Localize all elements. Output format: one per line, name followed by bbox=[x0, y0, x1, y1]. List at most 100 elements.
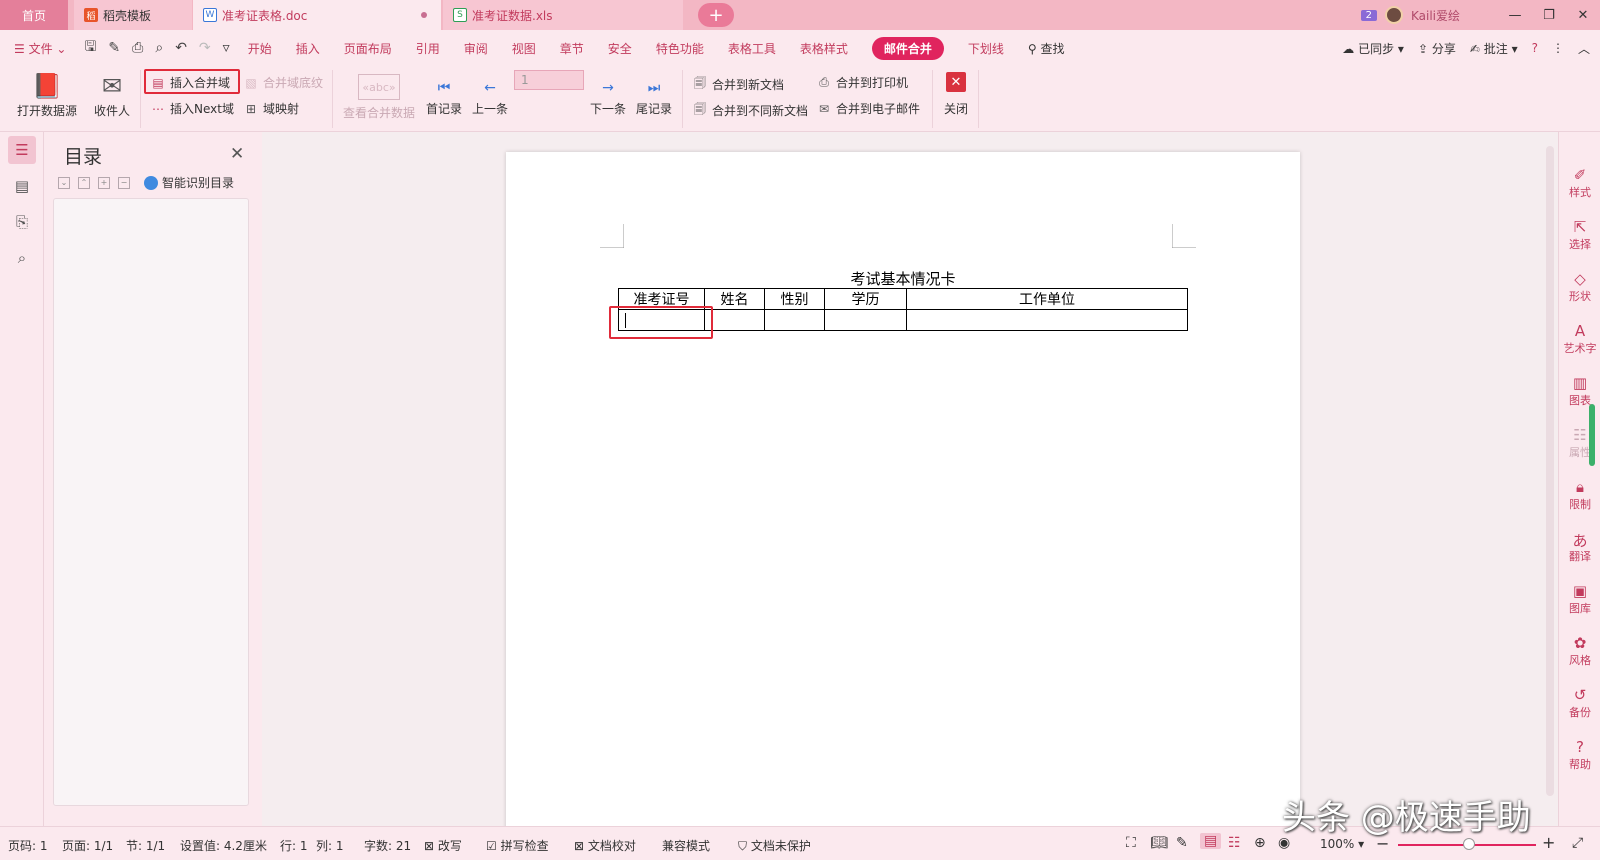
view-merge-data-button[interactable]: «abc» 查看合并数据 bbox=[340, 74, 418, 121]
rightbar-gallery[interactable]: ▣ 图库 bbox=[1559, 582, 1600, 616]
menu-mail-merge[interactable]: 邮件合并 bbox=[871, 36, 944, 60]
insert-next-field-button[interactable]: ⋯ 插入Next域 bbox=[150, 100, 234, 117]
tab-template[interactable]: 稻 稻壳模板 bbox=[74, 0, 192, 30]
recipients-button[interactable]: ✉ 收件人 bbox=[90, 70, 134, 119]
prev-record-button[interactable]: ← 上一条 bbox=[470, 76, 510, 117]
zoom-level[interactable]: 100% ▾ bbox=[1320, 837, 1364, 851]
rightbar-style[interactable]: ✐ 样式 bbox=[1559, 166, 1600, 200]
status-words[interactable]: 字数: 21 bbox=[364, 837, 411, 854]
status-proof[interactable]: ⊠ 文档校对 bbox=[574, 837, 636, 854]
table-cell[interactable] bbox=[764, 309, 825, 331]
collapse-up-icon[interactable]: ⌃ bbox=[78, 176, 90, 189]
table-cell[interactable] bbox=[704, 309, 765, 331]
page-view-icon[interactable]: ▤ bbox=[8, 172, 36, 200]
sync-button[interactable]: ☁ 已同步 ▾ bbox=[1342, 40, 1404, 57]
toc-list-icon[interactable]: ☰ bbox=[8, 136, 36, 164]
rightbar-restrict[interactable]: 🔒︎ 限制 bbox=[1559, 478, 1600, 512]
save-icon[interactable]: 🖫 bbox=[84, 36, 96, 60]
merge-diff-doc-button[interactable]: 🗐 合并到不同新文档 bbox=[692, 100, 808, 121]
menu-review[interactable]: 审阅 bbox=[464, 40, 488, 57]
table-cell[interactable] bbox=[824, 309, 907, 331]
restore-icon[interactable]: ❐ bbox=[1532, 8, 1566, 23]
plus-icon[interactable]: + bbox=[98, 176, 110, 189]
page-view-mode-icon[interactable]: ▤ bbox=[1200, 833, 1222, 849]
avatar[interactable] bbox=[1384, 6, 1403, 24]
menu-chapter[interactable]: 章节 bbox=[560, 40, 584, 57]
first-record-button[interactable]: ⏮ 首记录 bbox=[424, 76, 464, 117]
read-mode-icon[interactable]: 📖︎ bbox=[1150, 835, 1168, 851]
header-cell[interactable]: 学历 bbox=[824, 288, 907, 310]
rightbar-wordart[interactable]: A 艺术字 bbox=[1559, 322, 1600, 356]
rightbar-backup[interactable]: ↺ 备份 bbox=[1559, 686, 1600, 720]
search-button[interactable]: ⚲ 查找 bbox=[1028, 40, 1065, 57]
last-record-button[interactable]: ⏭ 尾记录 bbox=[634, 76, 674, 117]
rightbar-shape[interactable]: ◇ 形状 bbox=[1559, 270, 1600, 304]
smart-toc-button[interactable]: 智能识别目录 bbox=[144, 174, 234, 191]
new-tab-button[interactable]: + bbox=[698, 3, 734, 27]
table-cell[interactable] bbox=[906, 309, 1188, 331]
minimize-icon[interactable]: — bbox=[1498, 8, 1532, 23]
file-menu[interactable]: ☰ 文件 ⌄ bbox=[14, 40, 66, 57]
menu-table-tools[interactable]: 表格工具 bbox=[728, 40, 776, 57]
outline-view-icon[interactable]: ☷ bbox=[1228, 835, 1241, 851]
rightbar-translate[interactable]: あ翻译 bbox=[1559, 530, 1600, 564]
merge-email-button[interactable]: ✉ 合并到电子邮件 bbox=[816, 100, 920, 117]
bookmark-icon[interactable]: ⎘ bbox=[8, 208, 36, 236]
record-number-input[interactable]: 1 bbox=[514, 70, 584, 90]
comment-button[interactable]: ✍ 批注 ▾ bbox=[1470, 40, 1518, 57]
menu-underline[interactable]: 下划线 bbox=[968, 40, 1004, 57]
status-col[interactable]: 列: 1 bbox=[316, 837, 344, 854]
close-merge-button[interactable]: ✕ 关闭 bbox=[938, 72, 974, 117]
menu-view[interactable]: 视图 bbox=[512, 40, 536, 57]
open-data-source-button[interactable]: 📕 打开数据源 bbox=[12, 70, 82, 119]
undo-icon[interactable]: ↶ bbox=[175, 40, 187, 56]
vertical-scrollbar[interactable] bbox=[1542, 132, 1558, 826]
scroll-thumb[interactable] bbox=[1546, 146, 1554, 796]
status-revise[interactable]: ⊠ 改写 bbox=[424, 837, 462, 854]
rightbar-help[interactable]: ? 帮助 bbox=[1559, 738, 1600, 772]
status-section[interactable]: 节: 1/1 bbox=[126, 837, 165, 854]
redo-icon[interactable]: ↷ bbox=[199, 40, 211, 56]
tab-document[interactable]: W 准考证表格.doc bbox=[193, 0, 441, 30]
menu-security[interactable]: 安全 bbox=[608, 40, 632, 57]
expand-down-icon[interactable]: ⌄ bbox=[58, 176, 70, 189]
find-icon[interactable]: ⌕ bbox=[8, 244, 36, 272]
tab-home[interactable]: 首页 bbox=[0, 0, 68, 30]
status-page-code[interactable]: 页码: 1 bbox=[8, 837, 48, 854]
menu-start[interactable]: 开始 bbox=[248, 40, 272, 57]
next-record-button[interactable]: → 下一条 bbox=[588, 76, 628, 117]
minus-icon[interactable]: − bbox=[118, 176, 130, 189]
format-painter-icon[interactable]: ✎ bbox=[108, 40, 120, 56]
menu-table-style[interactable]: 表格样式 bbox=[800, 40, 848, 57]
close-icon[interactable]: ✕ bbox=[230, 144, 244, 164]
merge-printer-button[interactable]: ⎙ 合并到打印机 bbox=[816, 74, 908, 91]
status-page[interactable]: 页面: 1/1 bbox=[62, 837, 113, 854]
collapse-ribbon-icon[interactable]: ︿ bbox=[1578, 40, 1590, 57]
merge-new-doc-button[interactable]: 🗐 合并到新文档 bbox=[692, 74, 784, 95]
header-cell[interactable]: 姓名 bbox=[704, 288, 765, 310]
status-protect[interactable]: ⛉ 文档未保护 bbox=[738, 837, 811, 854]
fullscreen-icon[interactable]: ⛶ bbox=[1126, 835, 1136, 851]
menu-insert[interactable]: 插入 bbox=[296, 40, 320, 57]
status-row[interactable]: 行: 1 bbox=[280, 837, 308, 854]
help-icon[interactable]: ? bbox=[1532, 41, 1538, 55]
user-area[interactable]: 2 Kaili爱绘 bbox=[1360, 0, 1460, 30]
header-cell[interactable]: 性别 bbox=[764, 288, 825, 310]
more-icon[interactable]: ⋮ bbox=[1552, 41, 1564, 55]
zoom-slider-knob[interactable] bbox=[1463, 838, 1475, 850]
zoom-in-icon[interactable]: + bbox=[1542, 833, 1555, 852]
menu-page-layout[interactable]: 页面布局 bbox=[344, 40, 392, 57]
tab-spreadsheet[interactable]: S 准考证数据.xls bbox=[443, 0, 683, 30]
edit-mode-icon[interactable]: ✎ bbox=[1176, 835, 1188, 851]
status-spell[interactable]: ☑ 拼写检查 bbox=[486, 837, 549, 854]
notification-badge[interactable]: 2 bbox=[1360, 9, 1377, 21]
expand-corner-icon[interactable]: ⤢ bbox=[1572, 835, 1583, 851]
field-mapping-button[interactable]: ⊞ 域映射 bbox=[243, 100, 299, 117]
share-button[interactable]: ⇪ 分享 bbox=[1418, 40, 1456, 57]
web-view-icon[interactable]: ⊕ bbox=[1254, 835, 1266, 851]
document-page[interactable]: 考试基本情况卡 准考证号 姓名 性别 学历 工作单位 bbox=[506, 152, 1300, 832]
rightbar-chart[interactable]: ▥ 图表 bbox=[1559, 374, 1600, 408]
merge-field-shading-button[interactable]: ▧ 合并域底纹 bbox=[243, 74, 323, 91]
customize-icon[interactable]: ▿ bbox=[223, 40, 230, 56]
close-window-icon[interactable]: ✕ bbox=[1566, 8, 1600, 23]
